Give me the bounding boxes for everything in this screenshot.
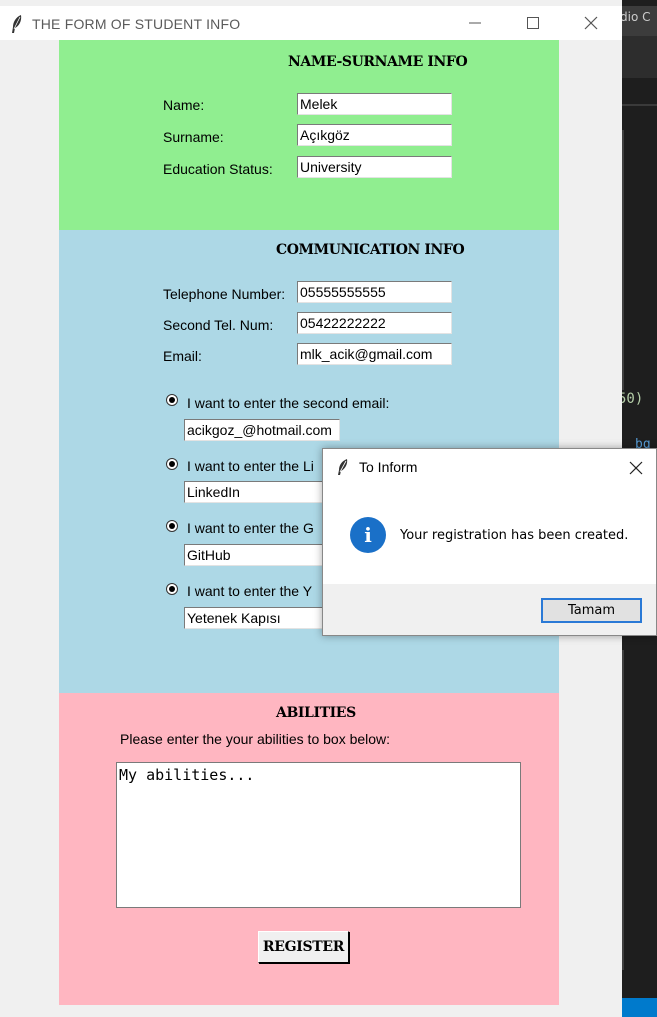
second-email-radio[interactable] [166,394,178,406]
ok-button[interactable]: Tamam [541,598,642,623]
close-button[interactable] [566,6,616,40]
dialog-message: Your registration has been created. [400,528,629,543]
background-gutter [622,130,624,390]
feather-icon [338,459,348,475]
yetenek-kapisi-option-label: I want to enter the Y [187,583,313,599]
abilities-section-heading: ABILITIES [276,705,356,721]
linkedin-input[interactable]: LinkedIn [184,481,340,503]
minimize-button[interactable] [450,6,500,40]
background-divider [622,104,657,106]
communication-section-heading: COMMUNICATION INFO [276,242,465,258]
inform-dialog: To Inform i Your registration has been c… [322,448,657,636]
minimize-icon [469,22,481,24]
email-input[interactable]: mlk_acik@gmail.com [297,343,452,365]
name-section-heading: NAME-SURNAME INFO [288,54,468,70]
info-icon: i [350,517,386,553]
register-button[interactable]: REGISTER [258,931,349,963]
github-input[interactable]: GitHub [184,544,340,566]
maximize-icon [527,17,539,29]
maximize-button[interactable] [508,6,558,40]
dialog-footer: Tamam [323,584,656,635]
second-email-input[interactable]: acikgoz_@hotmail.com [184,419,340,441]
second-telephone-label: Second Tel. Num: [163,317,274,333]
window-title: THE FORM OF STUDENT INFO [32,16,241,32]
abilities-prompt: Please enter the your abilities to box b… [120,731,391,747]
yetenek-kapisi-input[interactable]: Yetenek Kapısı [184,607,340,629]
linkedin-radio[interactable] [166,458,178,470]
name-input[interactable]: Melek [297,93,452,115]
education-status-input[interactable]: University [297,156,452,178]
background-title-fragment: dio C [622,10,651,24]
background-statusbar [622,998,657,1017]
surname-input[interactable]: Açıkgöz [297,124,452,146]
dialog-title: To Inform [359,459,418,475]
telephone-input[interactable]: 05555555555 [297,281,452,303]
feather-icon [12,15,22,33]
dialog-close-button[interactable] [625,457,647,479]
background-tabbar [622,36,657,78]
close-icon [629,461,643,475]
linkedin-option-label: I want to enter the Li [187,458,314,474]
email-label: Email: [163,348,202,364]
background-title-strip: dio C [622,6,657,36]
github-option-label: I want to enter the G [187,520,314,536]
second-email-option-label: I want to enter the second email: [187,395,390,411]
telephone-label: Telephone Number: [163,286,286,302]
abilities-textarea[interactable]: My abilities... [116,762,521,908]
name-label: Name: [163,97,205,113]
background-gutter [622,650,624,970]
second-telephone-input[interactable]: 05422222222 [297,312,452,334]
yetenek-kapisi-radio[interactable] [166,583,178,595]
education-status-label: Education Status: [163,161,273,177]
close-icon [584,16,598,30]
title-bar[interactable]: THE FORM OF STUDENT INFO [0,6,622,40]
surname-label: Surname: [163,129,224,145]
github-radio[interactable] [166,520,178,532]
